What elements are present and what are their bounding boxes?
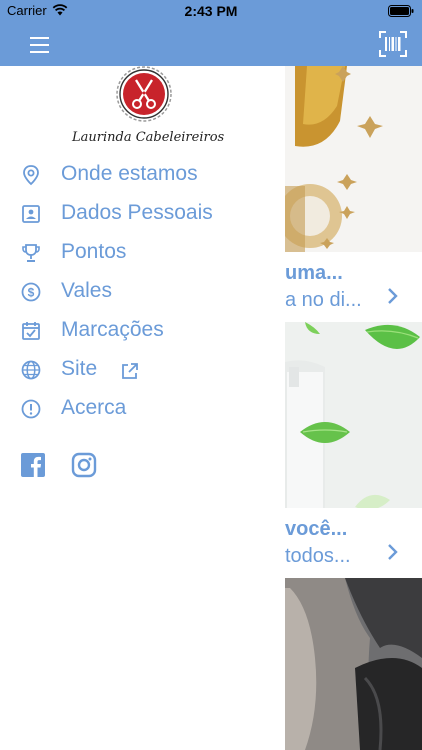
scissors-logo-icon bbox=[116, 66, 172, 122]
menu-item-site[interactable]: Site bbox=[0, 353, 285, 387]
menu-item-onde-estamos[interactable]: Onde estamos bbox=[0, 158, 285, 192]
card-title: uma... bbox=[285, 262, 343, 284]
trophy-icon bbox=[22, 244, 40, 262]
card-image[interactable] bbox=[285, 322, 422, 508]
brand-name: Laurinda Cabeleireiros bbox=[72, 130, 225, 145]
status-time: 2:43 PM bbox=[184, 3, 238, 19]
card-subtitle: todos... bbox=[285, 545, 351, 567]
menu-item-dados-pessoais[interactable]: Dados Pessoais bbox=[0, 197, 285, 231]
chevron-right-icon[interactable] bbox=[385, 286, 401, 306]
nav-bar bbox=[0, 22, 422, 66]
menu-item-pontos[interactable]: Pontos bbox=[0, 236, 285, 270]
menu-item-label: Acerca bbox=[61, 396, 127, 419]
model-photo bbox=[285, 578, 422, 750]
menu-item-acerca[interactable]: Acerca bbox=[0, 392, 285, 426]
barcode-scanner-icon[interactable] bbox=[379, 31, 407, 57]
brand-logo: Laurinda Cabeleireiros bbox=[72, 66, 225, 154]
product-photo bbox=[285, 322, 422, 508]
svg-text:$: $ bbox=[28, 286, 35, 300]
instagram-icon[interactable] bbox=[71, 452, 97, 478]
content-feed: uma... a no di... você... todos... bbox=[285, 66, 422, 750]
menu-item-label: Site bbox=[61, 357, 98, 380]
menu-item-marcacoes[interactable]: Marcações bbox=[0, 314, 285, 348]
battery-icon bbox=[388, 5, 414, 17]
menu-item-label: Vales bbox=[61, 279, 112, 302]
calendar-check-icon bbox=[22, 322, 40, 340]
menu-item-label: Onde estamos bbox=[61, 162, 198, 185]
contact-card-icon bbox=[22, 205, 40, 223]
card-image[interactable] bbox=[285, 66, 422, 252]
hamburger-menu-icon[interactable] bbox=[30, 32, 58, 56]
menu-item-vales[interactable]: $ Vales bbox=[0, 275, 285, 309]
facebook-icon[interactable] bbox=[20, 452, 46, 478]
card-title: você... bbox=[285, 518, 348, 540]
globe-icon bbox=[21, 360, 41, 380]
location-pin-icon bbox=[23, 165, 39, 186]
card-image[interactable] bbox=[285, 578, 422, 750]
info-circle-icon bbox=[21, 399, 41, 419]
menu-item-label: Pontos bbox=[61, 240, 127, 263]
product-photo bbox=[285, 66, 422, 252]
menu-item-label: Marcações bbox=[61, 318, 164, 341]
dollar-coin-icon: $ bbox=[21, 282, 41, 302]
chevron-right-icon[interactable] bbox=[385, 542, 401, 562]
side-drawer: Laurinda Cabeleireiros Onde estamos Dado… bbox=[0, 66, 285, 750]
menu-item-label: Dados Pessoais bbox=[61, 201, 213, 224]
status-bar: Carrier 2:43 PM bbox=[0, 0, 422, 22]
card-subtitle: a no di... bbox=[285, 289, 362, 311]
external-link-icon bbox=[122, 363, 138, 379]
